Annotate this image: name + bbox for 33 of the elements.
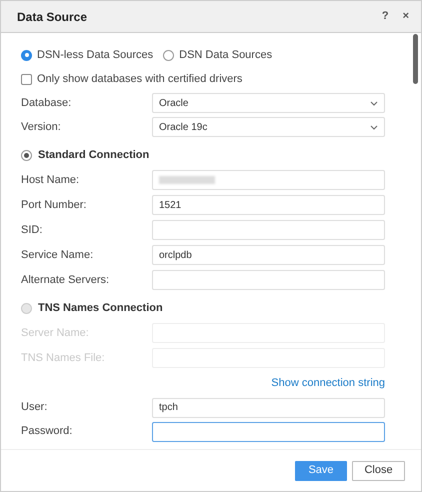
field-label: Alternate Servers: xyxy=(21,272,110,288)
dropdown[interactable]: Oracle 19c xyxy=(152,117,385,137)
field-label: Password: xyxy=(21,424,74,440)
window-title: Data Source xyxy=(17,8,88,26)
section-heading: Standard Connection xyxy=(38,148,150,163)
scrollbar-thumb[interactable] xyxy=(413,34,418,84)
show-connection-string-link[interactable]: Show connection string xyxy=(271,375,385,392)
close-button[interactable]: Close xyxy=(352,460,405,480)
close-button[interactable]: × xyxy=(402,8,409,25)
input-field[interactable]: tpch xyxy=(152,398,385,418)
input-field[interactable] xyxy=(152,422,385,442)
radio-label: DSN-less Data Sources xyxy=(37,48,154,63)
field-label: Database: xyxy=(21,96,72,111)
radio-button[interactable] xyxy=(21,302,32,314)
section-heading: TNS Names Connection xyxy=(38,300,163,316)
radio-button[interactable] xyxy=(21,150,32,160)
radio-label: DSN Data Sources xyxy=(179,48,272,63)
dropdown[interactable]: Oracle xyxy=(152,93,385,113)
radio-button[interactable] xyxy=(21,50,32,60)
chevron-down-icon xyxy=(370,100,378,106)
input-field[interactable]: 1521 xyxy=(152,195,385,215)
field-label: Host Name: xyxy=(21,172,80,188)
input-field[interactable]: orclpdb xyxy=(152,245,385,265)
field-label: User: xyxy=(21,400,48,416)
field-label: Port Number: xyxy=(21,198,88,213)
field-label: SID: xyxy=(21,222,44,238)
radio-button[interactable] xyxy=(163,50,174,60)
field-label: Service Name: xyxy=(21,248,94,263)
chevron-down-icon xyxy=(370,124,378,130)
checkbox[interactable] xyxy=(21,74,32,84)
help-button[interactable]: ? xyxy=(382,8,389,25)
checkbox-label: Only show databases with certified drivers xyxy=(37,72,242,87)
field-label: Version: xyxy=(21,120,62,135)
